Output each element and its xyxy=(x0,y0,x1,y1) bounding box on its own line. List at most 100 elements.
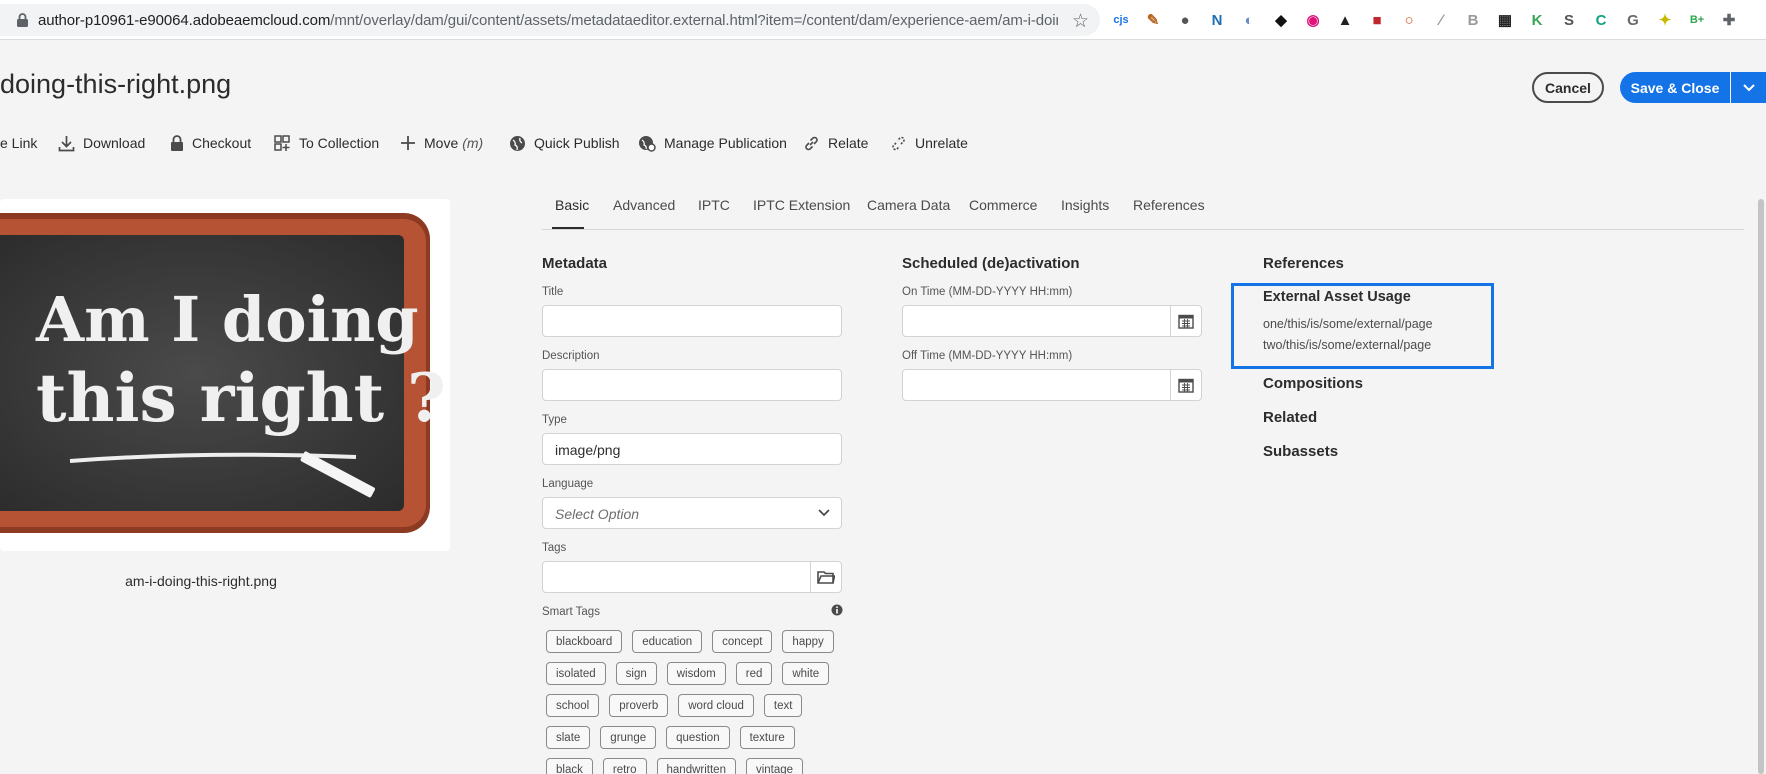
drive-extension-icon[interactable]: ▲ xyxy=(1334,9,1356,31)
globe-settings-icon xyxy=(639,135,656,152)
smart-tag[interactable]: wisdom xyxy=(666,662,726,685)
smart-tag[interactable]: isolated xyxy=(546,662,606,685)
language-select[interactable]: Select Option xyxy=(542,497,842,529)
on-time-field[interactable] xyxy=(902,305,1171,337)
tabs-divider xyxy=(542,229,1744,230)
c-extension-icon[interactable]: C xyxy=(1590,9,1612,31)
to-collection-label: To Collection xyxy=(299,135,380,151)
link-icon xyxy=(805,136,818,150)
cjs-extension-icon[interactable]: cjs xyxy=(1110,9,1132,31)
smart-tag[interactable]: sign xyxy=(615,662,657,685)
relate-label: Relate xyxy=(828,135,869,151)
smart-tag[interactable]: concept xyxy=(712,630,773,653)
compositions-item[interactable]: Compositions xyxy=(1263,375,1363,392)
tab-iptc-extension[interactable]: IPTC Extension xyxy=(753,197,850,213)
smart-tag[interactable]: school xyxy=(546,694,600,717)
copy-link-button[interactable]: e Link xyxy=(0,133,37,153)
smart-tags-list: blackboard education concept happy isolated s… xyxy=(546,630,856,774)
red-square-extension-icon[interactable]: ■ xyxy=(1366,9,1388,31)
checkout-button[interactable]: Checkout xyxy=(170,133,251,153)
on-time-label: On Time (MM-DD-YYYY HH:mm) xyxy=(902,286,1073,298)
table-extension-icon[interactable]: ▦ xyxy=(1494,9,1516,31)
tab-references[interactable]: References xyxy=(1133,197,1205,213)
tab-commerce[interactable]: Commerce xyxy=(969,197,1037,213)
browser-toolbar: author-p10961-e90064.adobeaemcloud.com/m… xyxy=(0,0,1766,40)
move-label: Move xyxy=(424,135,459,151)
smart-tag[interactable]: vintage xyxy=(745,758,804,774)
arrow-extension-icon[interactable]: K xyxy=(1526,9,1548,31)
calendar-icon xyxy=(1178,378,1194,393)
save-close-button[interactable]: Save & Close xyxy=(1620,72,1730,103)
smart-tag[interactable]: education xyxy=(632,630,703,653)
compass-extension-icon[interactable]: ◐ xyxy=(1238,9,1260,31)
address-bar[interactable]: author-p10961-e90064.adobeaemcloud.com/m… xyxy=(0,4,1100,36)
smart-tag[interactable]: proverb xyxy=(609,694,669,717)
lock-icon[interactable] xyxy=(16,13,29,27)
smart-tag[interactable]: question xyxy=(666,726,730,749)
tab-iptc[interactable]: IPTC xyxy=(698,197,730,213)
puzzle-extension-icon[interactable]: ✚ xyxy=(1718,9,1740,31)
s-extension-icon[interactable]: S xyxy=(1558,9,1580,31)
eye-extension-icon[interactable]: ◉ xyxy=(1302,9,1324,31)
scheduled-heading: Scheduled (de)activation xyxy=(902,255,1080,272)
bplus-extension-icon[interactable]: B+ xyxy=(1686,9,1708,31)
related-item[interactable]: Related xyxy=(1263,409,1317,426)
external-asset-usage-heading[interactable]: External Asset Usage xyxy=(1263,289,1411,305)
ring-extension-icon[interactable]: ○ xyxy=(1398,9,1420,31)
tags-browse-button[interactable] xyxy=(810,561,842,593)
smart-tag[interactable]: texture xyxy=(739,726,795,749)
tab-basic[interactable]: Basic xyxy=(555,197,589,213)
plus-icon xyxy=(401,136,415,150)
save-options-button[interactable] xyxy=(1731,72,1766,103)
circle-extension-icon[interactable]: ● xyxy=(1174,9,1196,31)
cancel-button[interactable]: Cancel xyxy=(1532,72,1604,103)
description-field[interactable] xyxy=(542,369,842,401)
external-usage-item-1[interactable]: one/this/is/some/external/page xyxy=(1263,317,1433,331)
chevron-down-icon xyxy=(1742,83,1755,91)
url-text[interactable]: author-p10961-e90064.adobeaemcloud.com/m… xyxy=(38,12,1058,29)
pin-extension-icon[interactable]: ✦ xyxy=(1654,9,1676,31)
tab-insights[interactable]: Insights xyxy=(1061,197,1109,213)
smart-tag[interactable]: red xyxy=(735,662,773,685)
quick-publish-button[interactable]: Quick Publish xyxy=(509,133,620,153)
tags-field[interactable] xyxy=(542,561,811,593)
subassets-item[interactable]: Subassets xyxy=(1263,443,1338,460)
type-field[interactable]: image/png xyxy=(542,433,842,465)
smart-tag[interactable]: grunge xyxy=(600,726,657,749)
bookmark-star-icon[interactable]: ☆ xyxy=(1072,10,1089,33)
to-collection-button[interactable]: To Collection xyxy=(274,133,379,153)
copy-link-label: e Link xyxy=(0,135,38,151)
smart-tag[interactable]: blackboard xyxy=(546,630,623,653)
title-label: Title xyxy=(542,286,564,298)
smart-tag[interactable]: retro xyxy=(602,758,647,774)
calendar-icon xyxy=(1178,314,1194,329)
pen-extension-icon[interactable]: ✎ xyxy=(1142,9,1164,31)
smart-tag[interactable]: slate xyxy=(546,726,591,749)
external-usage-item-2[interactable]: two/this/is/some/external/page xyxy=(1263,338,1431,352)
unrelate-label: Unrelate xyxy=(915,135,968,151)
on-time-calendar-button[interactable] xyxy=(1170,305,1202,337)
smart-tag[interactable]: happy xyxy=(782,630,834,653)
manage-publication-button[interactable]: Manage Publication xyxy=(638,133,787,153)
tab-camera-data[interactable]: Camera Data xyxy=(867,197,950,213)
smart-tag[interactable]: black xyxy=(546,758,593,774)
off-time-field[interactable] xyxy=(902,369,1171,401)
unrelate-button[interactable]: Unrelate xyxy=(890,133,968,153)
spy-extension-icon[interactable]: ◆ xyxy=(1270,9,1292,31)
smart-tag[interactable]: handwritten xyxy=(656,758,736,774)
download-button[interactable]: Download xyxy=(58,133,145,153)
b-extension-icon[interactable]: B xyxy=(1462,9,1484,31)
smart-tag[interactable]: text xyxy=(763,694,803,717)
smart-tag[interactable]: word cloud xyxy=(678,694,754,717)
info-icon[interactable] xyxy=(831,604,843,616)
feather-extension-icon[interactable]: ∕ xyxy=(1430,9,1452,31)
n-extension-icon[interactable]: N xyxy=(1206,9,1228,31)
off-time-calendar-button[interactable] xyxy=(1170,369,1202,401)
title-field[interactable] xyxy=(542,305,842,337)
smart-tag[interactable]: white xyxy=(782,662,830,685)
g-extension-icon[interactable]: G xyxy=(1622,9,1644,31)
tab-advanced[interactable]: Advanced xyxy=(613,197,675,213)
scrollbar-thumb[interactable] xyxy=(1758,199,1764,774)
relate-button[interactable]: Relate xyxy=(803,133,868,153)
move-button[interactable]: Move (m) xyxy=(400,133,483,153)
